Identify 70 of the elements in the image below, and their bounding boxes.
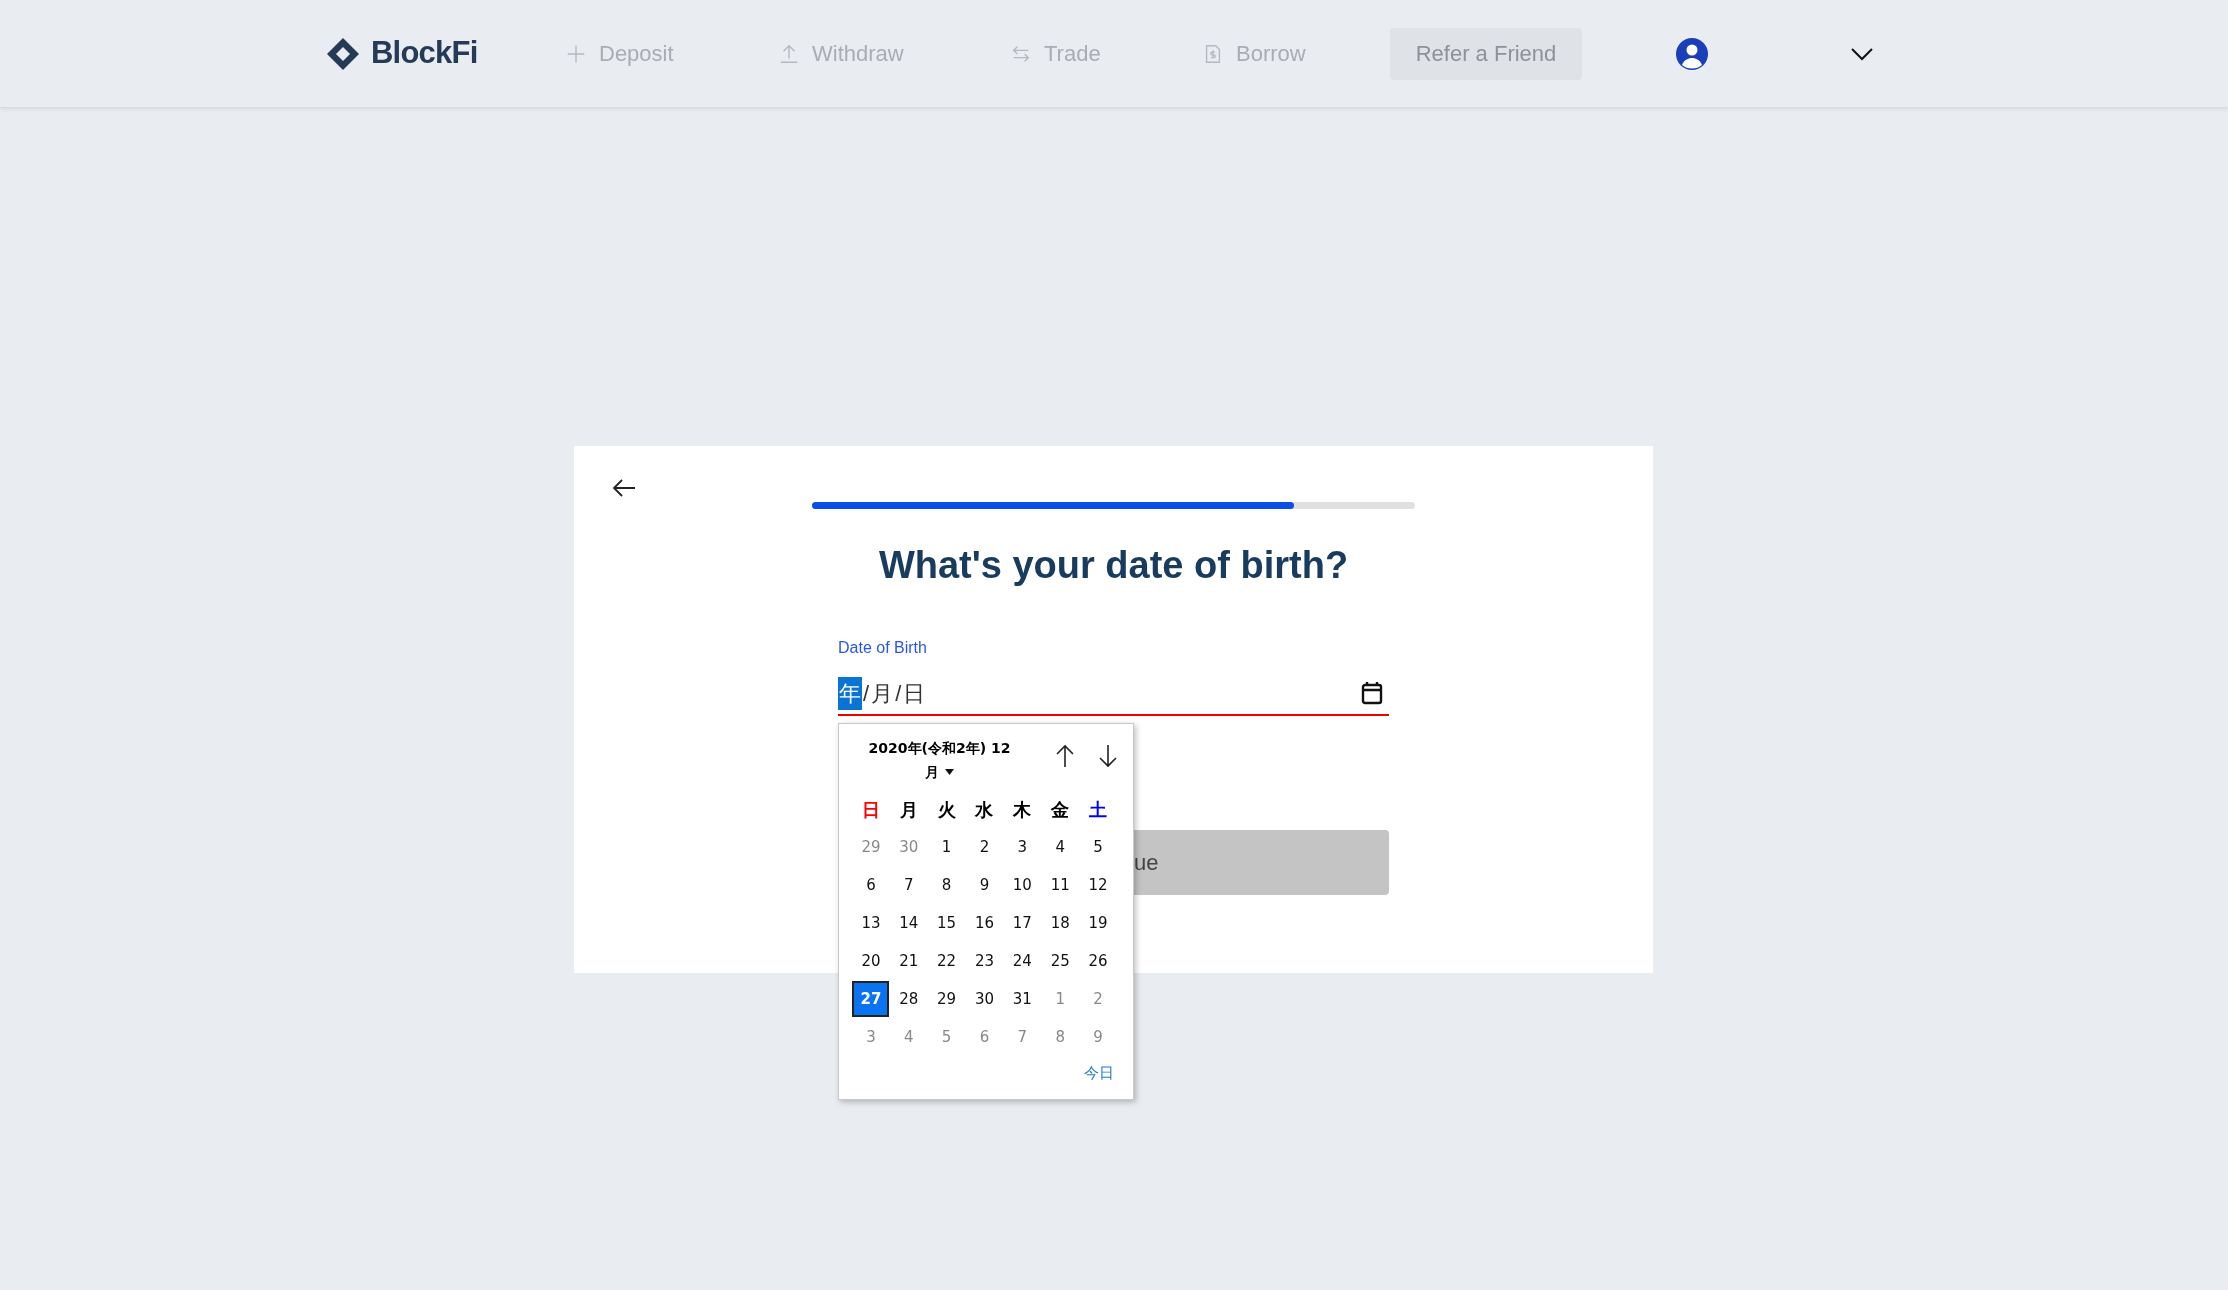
- logo-icon: [325, 35, 361, 72]
- calendar-icon[interactable]: [1361, 681, 1383, 705]
- calendar-day[interactable]: 30: [890, 829, 928, 865]
- weekday-label: 木: [1013, 797, 1032, 822]
- weekday-label: 日: [861, 797, 880, 822]
- calendar-day[interactable]: 5: [928, 1019, 966, 1055]
- calendar-day[interactable]: 23: [966, 943, 1003, 979]
- calendar-day[interactable]: 26: [1079, 943, 1117, 979]
- calendar-day[interactable]: 3: [852, 1019, 890, 1055]
- dropdown-caret-icon: [945, 769, 954, 775]
- calendar-day[interactable]: 8: [928, 867, 966, 903]
- calendar-day[interactable]: 14: [890, 905, 928, 941]
- calendar-day[interactable]: 4: [1041, 829, 1079, 865]
- page-title: What's your date of birth?: [877, 543, 1350, 588]
- calendar-day[interactable]: 3: [1003, 829, 1041, 865]
- calendar-day[interactable]: 29: [852, 829, 890, 865]
- date-segment[interactable]: 日: [902, 676, 927, 710]
- calendar-day[interactable]: 4: [890, 1019, 928, 1055]
- calendar-day[interactable]: 11: [1041, 867, 1079, 903]
- field-label: Date of Birth: [838, 638, 928, 658]
- month-dropdown[interactable]: 月: [925, 760, 954, 784]
- date-input-field[interactable]: 年/月/日: [838, 676, 1389, 716]
- calendar-day[interactable]: 2: [1079, 981, 1117, 1017]
- calendar-day[interactable]: 18: [1041, 905, 1079, 941]
- arrow-down-icon[interactable]: [1098, 744, 1118, 768]
- calendar-day[interactable]: 17: [1003, 905, 1041, 941]
- calendar-day[interactable]: 8: [1041, 1019, 1079, 1055]
- calendar-day[interactable]: 22: [928, 943, 966, 979]
- calendar-day[interactable]: 28: [890, 981, 928, 1017]
- calendar-day[interactable]: 29: [928, 981, 966, 1017]
- weekday-label: 金: [1051, 797, 1070, 822]
- date-segment[interactable]: /: [862, 676, 871, 710]
- calendar-day[interactable]: 12: [1079, 867, 1117, 903]
- back-arrow-icon[interactable]: [612, 478, 636, 498]
- calendar-day[interactable]: 15: [928, 905, 966, 941]
- weekday-label: 月: [899, 797, 918, 822]
- calendar-day[interactable]: 9: [966, 867, 1003, 903]
- date-segment[interactable]: 月: [870, 676, 895, 710]
- date-segment[interactable]: /: [894, 676, 903, 710]
- calendar-day[interactable]: 6: [966, 1019, 1003, 1055]
- date-segment[interactable]: 年: [838, 676, 862, 710]
- arrow-up-icon[interactable]: [1055, 744, 1075, 768]
- month-year-label[interactable]: 2020年(令和2年) 12: [868, 736, 1011, 760]
- chevron-down-icon[interactable]: [1850, 46, 1874, 61]
- calendar-day[interactable]: 1: [1041, 981, 1079, 1017]
- logo-text: BlockFi: [371, 34, 478, 73]
- calendar-day[interactable]: 7: [1003, 1019, 1041, 1055]
- calendar-day[interactable]: 31: [1003, 981, 1041, 1017]
- calendar-day[interactable]: 20: [852, 943, 890, 979]
- calendar-day[interactable]: 16: [966, 905, 1003, 941]
- user-avatar-icon[interactable]: [1676, 37, 1708, 70]
- calendar-day[interactable]: 2: [966, 829, 1003, 865]
- calendar-day[interactable]: 24: [1003, 943, 1041, 979]
- calendar-day[interactable]: 30: [966, 981, 1003, 1017]
- calendar-day[interactable]: 1: [928, 829, 966, 865]
- calendar-day[interactable]: 21: [890, 943, 928, 979]
- weekday-label: 火: [937, 797, 956, 822]
- calendar-day[interactable]: 10: [1003, 867, 1041, 903]
- calendar-day[interactable]: 6: [852, 867, 890, 903]
- calendar-day[interactable]: 25: [1041, 943, 1079, 979]
- weekday-label: 土: [1089, 797, 1108, 822]
- calendar-day[interactable]: 27: [852, 981, 890, 1017]
- calendar-day[interactable]: 13: [852, 905, 890, 941]
- calendar-day[interactable]: 5: [1079, 829, 1117, 865]
- today-button[interactable]: 今日: [1084, 1062, 1114, 1085]
- calendar-day[interactable]: 19: [1079, 905, 1117, 941]
- upload-icon: [778, 42, 800, 65]
- calendar-day[interactable]: 9: [1079, 1019, 1117, 1055]
- weekday-label: 水: [975, 797, 994, 822]
- calendar-day[interactable]: 7: [890, 867, 928, 903]
